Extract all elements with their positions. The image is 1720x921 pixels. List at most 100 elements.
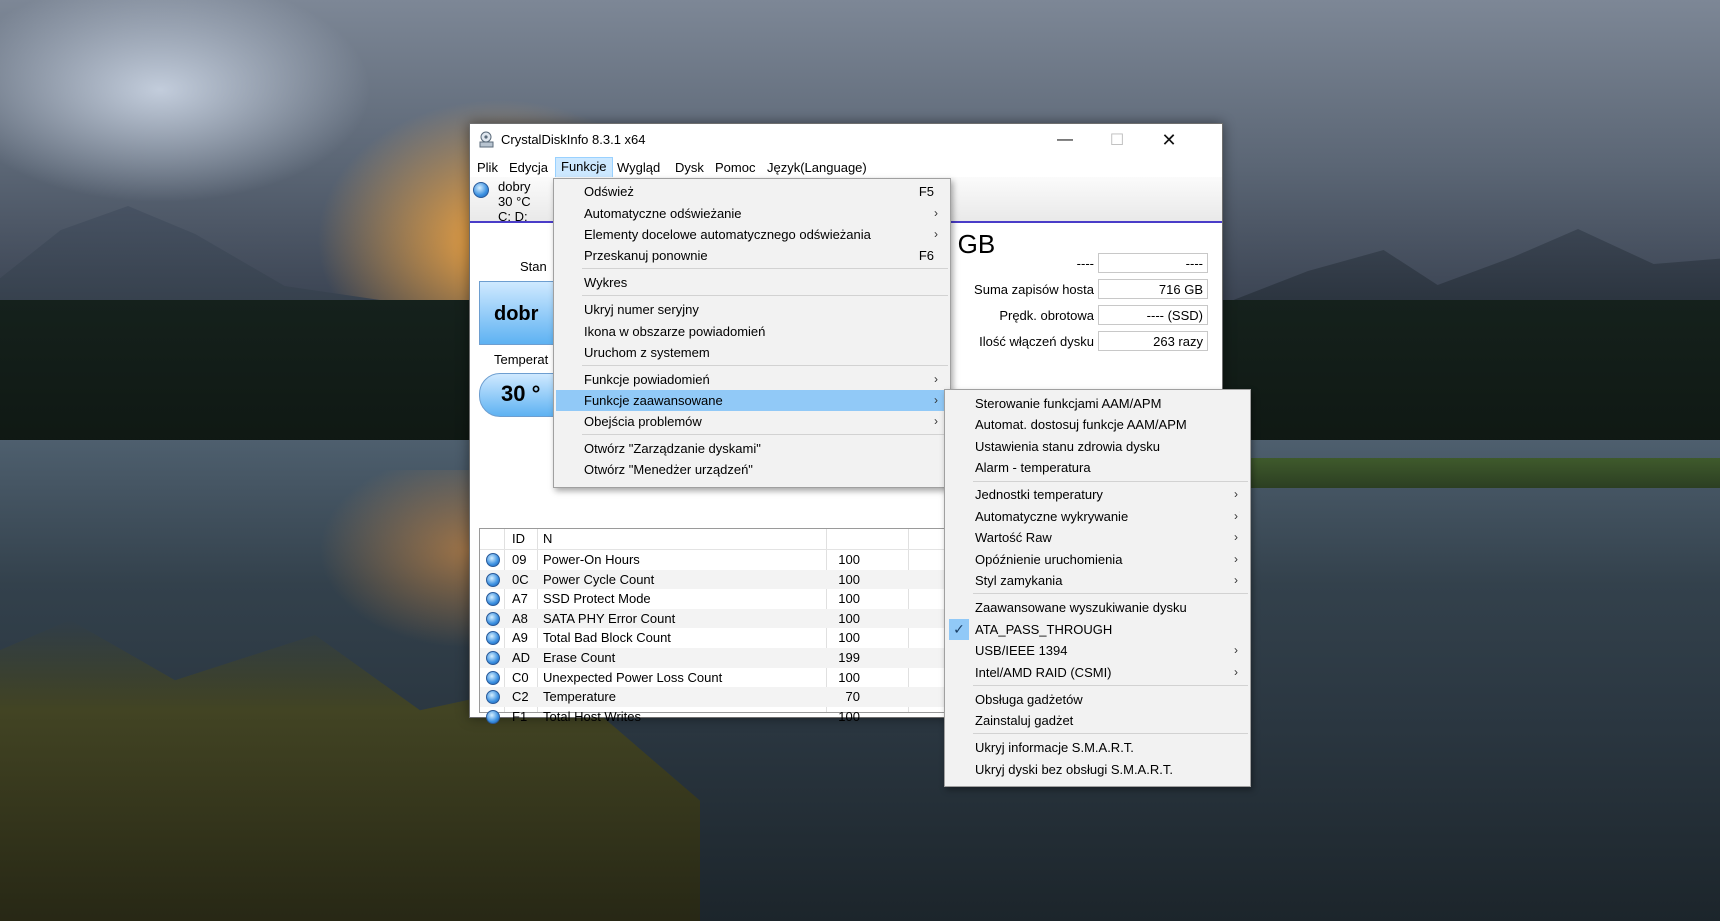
menu-separator — [582, 365, 948, 366]
menu-item[interactable]: Elementy docelowe automatycznego odśwież… — [556, 224, 948, 245]
menu-funkcje[interactable]: Funkcje — [555, 157, 613, 178]
menu-item[interactable]: Wartość Raw › — [947, 527, 1248, 548]
menu-item[interactable]: Przeskanuj ponownie F6 — [556, 245, 948, 266]
menu-wyglad[interactable]: Wygląd — [612, 158, 665, 177]
chevron-right-icon: › — [934, 372, 938, 386]
menu-item-label: ATA_PASS_THROUGH — [975, 622, 1113, 637]
attribute-status-icon — [486, 553, 500, 567]
attribute-id: A9 — [512, 630, 528, 646]
menu-item-label: Ukryj dyski bez obsługi S.M.A.R.T. — [975, 762, 1173, 777]
title-bar[interactable]: CrystalDiskInfo 8.3.1 x64 — ☐ ✕ — [470, 124, 1222, 156]
menu-separator — [582, 268, 948, 269]
menu-item[interactable]: Jednostki temperatury › — [947, 484, 1248, 505]
menu-dysk[interactable]: Dysk — [670, 158, 709, 177]
menu-item-label: Zainstaluj gadżet — [975, 713, 1074, 728]
chevron-right-icon: › — [1234, 573, 1238, 587]
drive-status: dobry — [498, 179, 531, 194]
attribute-value: 100 — [838, 669, 860, 685]
menu-item[interactable]: Funkcje powiadomień › — [556, 369, 948, 390]
info-row-power-count: Ilość włączeń dysku 263 razy — [936, 331, 1216, 353]
menu-jezyk[interactable]: Język(Language) — [762, 158, 872, 177]
minimize-button[interactable]: — — [1039, 124, 1091, 156]
menu-separator — [973, 481, 1248, 482]
chevron-right-icon: › — [934, 393, 938, 407]
attribute-status-icon — [486, 651, 500, 665]
menu-pomoc[interactable]: Pomoc — [710, 158, 760, 177]
menu-item[interactable]: Odśwież F5 — [556, 181, 948, 202]
menu-item[interactable]: Automat. dostosuj funkcje AAM/APM — [947, 414, 1248, 435]
menu-item-label: Alarm - temperatura — [975, 460, 1091, 475]
menu-item[interactable]: Otwórz "Menedżer urządzeń" — [556, 459, 948, 480]
attribute-name: Power-On Hours — [543, 552, 640, 567]
header-id[interactable]: ID — [512, 531, 525, 546]
chevron-right-icon: › — [934, 414, 938, 428]
menu-item[interactable]: Styl zamykania › — [947, 570, 1248, 591]
attribute-value: 100 — [838, 571, 860, 587]
menu-item[interactable]: Wykres — [556, 272, 948, 293]
menu-edycja[interactable]: Edycja — [504, 158, 553, 177]
menu-item[interactable]: Automatyczne wykrywanie › — [947, 506, 1248, 527]
menu-item[interactable]: Otwórz "Zarządzanie dyskami" — [556, 438, 948, 459]
attribute-value: 100 — [838, 708, 860, 724]
attribute-status-icon — [486, 592, 500, 607]
menu-item-label: Styl zamykania — [975, 573, 1063, 588]
menu-item[interactable]: Funkcje zaawansowane › — [556, 390, 948, 411]
menu-item[interactable]: Ukryj informacje S.M.A.R.T. — [947, 737, 1248, 758]
close-button[interactable]: ✕ — [1143, 124, 1195, 156]
menu-item[interactable]: Sterowanie funkcjami AAM/APM — [947, 393, 1248, 414]
menu-item-label: Wartość Raw — [975, 530, 1052, 545]
attribute-status-icon — [486, 572, 500, 587]
attribute-status-icon — [486, 690, 500, 705]
menu-item[interactable]: Ikona w obszarze powiadomień — [556, 321, 948, 342]
menu-separator — [973, 593, 1248, 594]
menu-item[interactable]: Ustawienia stanu zdrowia dysku — [947, 436, 1248, 457]
advanced-functions-submenu: Sterowanie funkcjami AAM/APM Automat. dos… — [944, 389, 1251, 787]
menu-item[interactable]: Ukryj numer seryjny — [556, 299, 948, 320]
attribute-value: 100 — [838, 630, 860, 646]
attribute-name: Erase Count — [543, 650, 616, 665]
drive-temperature: 30 °C — [498, 194, 531, 209]
chevron-right-icon: › — [1234, 530, 1238, 544]
menu-item[interactable]: Obejścia problemów › — [556, 411, 948, 432]
header-name[interactable]: N — [543, 531, 552, 546]
menu-item[interactable]: Obsługa gadżetów — [947, 689, 1248, 710]
attribute-id: A8 — [512, 610, 528, 626]
window-title: CrystalDiskInfo 8.3.1 x64 — [501, 132, 646, 147]
attribute-status-icon — [486, 670, 500, 685]
info-value: ---- (SSD) — [1098, 305, 1208, 325]
menu-item[interactable]: Intel/AMD RAID (CSMI) › — [947, 662, 1248, 683]
menu-item[interactable]: USB/IEEE 1394 › — [947, 640, 1248, 661]
menu-item[interactable]: Automatyczne odświeżanie › — [556, 203, 948, 224]
attribute-status-icon — [486, 709, 500, 724]
menu-item-label: Funkcje powiadomień — [584, 372, 710, 387]
menu-item[interactable]: Opóźnienie uruchomienia › — [947, 549, 1248, 570]
attribute-id: C2 — [512, 689, 529, 705]
menu-item-label: Jednostki temperatury — [975, 487, 1103, 502]
attribute-id: 09 — [512, 552, 527, 567]
menu-item[interactable]: Zaawansowane wyszukiwanie dysku — [947, 597, 1248, 618]
menu-item[interactable]: Alarm - temperatura — [947, 457, 1248, 478]
wallpaper-shore — [1240, 458, 1720, 488]
menu-item-label: Ikona w obszarze powiadomień — [584, 324, 766, 339]
menu-item-label: Otwórz "Zarządzanie dyskami" — [584, 441, 761, 456]
menu-item[interactable]: ✓ ATA_PASS_THROUGH — [947, 619, 1248, 640]
menu-item-label: Ukryj informacje S.M.A.R.T. — [975, 740, 1134, 755]
check-icon: ✓ — [949, 619, 969, 640]
menu-item-label: Ukryj numer seryjny — [584, 302, 699, 317]
menu-plik[interactable]: Plik — [472, 158, 503, 177]
menu-item[interactable]: Zainstaluj gadżet — [947, 710, 1248, 731]
info-label: Prędk. obrotowa — [999, 308, 1094, 323]
menu-item-label: Obsługa gadżetów — [975, 692, 1083, 707]
menu-item[interactable]: Uruchom z systemem — [556, 342, 948, 363]
app-disk-icon — [479, 131, 494, 148]
menu-item-label: Obejścia problemów — [584, 414, 702, 429]
menu-separator — [582, 434, 948, 435]
menu-item[interactable]: Ukryj dyski bez obsługi S.M.A.R.T. — [947, 759, 1248, 780]
menu-item-label: Automat. dostosuj funkcje AAM/APM — [975, 417, 1187, 432]
menu-item-label: Opóźnienie uruchomienia — [975, 552, 1123, 567]
chevron-right-icon: › — [1234, 665, 1238, 679]
attribute-name: Total Bad Block Count — [543, 630, 671, 646]
maximize-button[interactable]: ☐ — [1091, 124, 1143, 156]
menu-item-label: Automatyczne odświeżanie — [584, 206, 742, 221]
chevron-right-icon: › — [1234, 643, 1238, 657]
